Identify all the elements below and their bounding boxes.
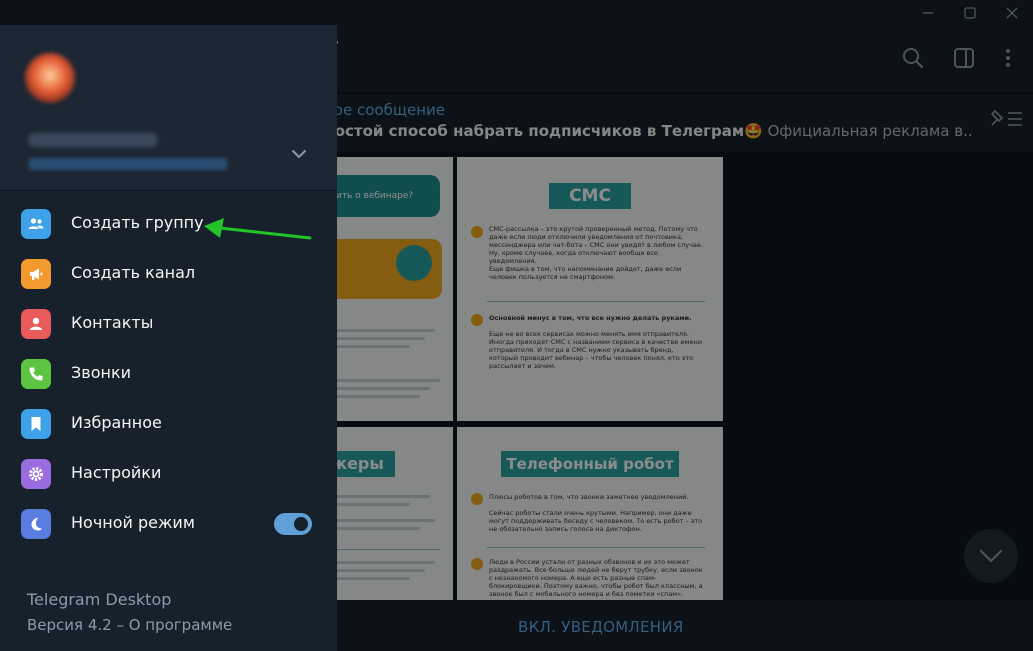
phone-icon [21,359,51,389]
annotation-arrow-icon [204,218,312,240]
menu-item-contacts[interactable]: Контакты [0,299,337,349]
menu-item-night-mode[interactable]: Ночной режим [0,499,337,549]
app-version-link[interactable]: Версия 4.2 – О программе [27,616,232,634]
menu-label: Звонки [71,363,131,382]
menu-item-calls[interactable]: Звонки [0,349,337,399]
menu-item-settings[interactable]: Настройки [0,449,337,499]
toggle-knob [292,515,310,533]
chevron-down-icon[interactable] [288,143,310,165]
night-mode-toggle[interactable] [274,513,312,535]
gear-icon [21,459,51,489]
user-name-blurred [28,133,158,147]
menu-item-saved-messages[interactable]: Избранное [0,399,337,449]
group-icon [21,209,51,239]
drawer-header [0,25,337,191]
person-icon [21,309,51,339]
avatar[interactable] [25,53,75,103]
bookmark-icon [21,409,51,439]
menu-label: Контакты [71,313,154,332]
menu-label: Настройки [71,463,162,482]
menu-label: Ночной режим [71,513,195,532]
menu-item-new-channel[interactable]: Создать канал [0,249,337,299]
app-name: Telegram Desktop [27,590,172,609]
megaphone-icon [21,259,51,289]
menu-label: Создать канал [71,263,196,282]
user-phone-blurred [28,158,228,170]
moon-icon [21,509,51,539]
menu-label: Избранное [71,413,162,432]
menu-label: Создать группу [71,213,204,232]
side-drawer: Создать группу Создать канал Контакты Зв… [0,25,337,651]
